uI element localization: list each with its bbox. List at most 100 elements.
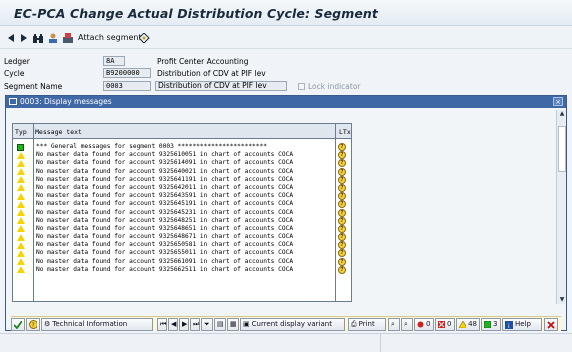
long-text-icon[interactable]: ? (338, 241, 346, 250)
binoculars-icon[interactable] (32, 31, 44, 45)
window-title: EC-PCA Change Actual Distribution Cycle:… (14, 6, 379, 21)
table-row[interactable]: No master data found for account 9325655… (13, 249, 351, 258)
find-button[interactable]: ⌕ (388, 318, 400, 331)
long-text-icon[interactable]: ? (338, 233, 346, 242)
ledger-field[interactable]: 8A (103, 56, 125, 66)
help-label: Help (515, 320, 531, 328)
segment-row: Segment Name 0003 Distribution of CDV at… (0, 81, 572, 92)
warning-icon (17, 159, 26, 167)
table-row[interactable]: No master data found for account 9325643… (13, 192, 351, 201)
column-header-typ[interactable]: Typ (15, 128, 27, 136)
long-text-icon[interactable]: ? (338, 224, 346, 233)
error-filter-button[interactable]: 0 (414, 318, 434, 331)
status-bar (0, 333, 572, 352)
last-page-button[interactable]: ⏭ (190, 318, 200, 331)
warning-icon (17, 200, 26, 208)
table-row[interactable]: No master data found for account 9325614… (13, 159, 351, 168)
forward-arrow-icon[interactable] (19, 31, 29, 45)
ledger-row: Ledger 8A Profit Center Accounting (0, 56, 572, 67)
table-row[interactable]: *** General messages for segment 0003 **… (13, 143, 351, 151)
column-header-message[interactable]: Message text (35, 128, 82, 136)
long-text-icon[interactable]: ? (338, 192, 346, 201)
table-row[interactable]: No master data found for account 9325648… (13, 224, 351, 233)
scroll-thumb[interactable] (558, 126, 566, 172)
long-text-icon[interactable]: ? (338, 208, 346, 217)
table-row[interactable]: No master data found for account 9325650… (13, 241, 351, 250)
attach-segment-button[interactable]: Attach segment (78, 33, 142, 42)
message-text: No master data found for account 9325661… (36, 257, 294, 265)
warning-icon (17, 168, 26, 176)
confirm-button[interactable] (11, 318, 25, 331)
success-filter-button[interactable]: 3 (481, 318, 501, 331)
long-text-icon[interactable]: ? (338, 265, 346, 274)
sort-button[interactable]: ▤ (214, 318, 226, 331)
long-text-icon[interactable]: ? (338, 167, 346, 176)
message-text: No master data found for account 9325645… (36, 200, 294, 208)
filter-button[interactable]: ⏷ (201, 318, 213, 331)
message-text: No master data found for account 9325642… (36, 183, 294, 191)
info-icon: i (505, 320, 513, 329)
abort-filter-button[interactable]: 0 (435, 318, 455, 331)
cycle-label: Cycle (4, 69, 25, 78)
help-info-button[interactable]: ? (26, 318, 40, 331)
cycle-field[interactable]: B9200000 (103, 68, 151, 78)
warning-filter-button[interactable]: 48 (456, 318, 480, 331)
table-row[interactable]: No master data found for account 9325648… (13, 216, 351, 225)
current-display-variant-button[interactable]: ▣ Current display variant (240, 318, 345, 331)
column-header-ltxt[interactable]: LTxt (339, 128, 351, 136)
long-text-icon[interactable]: ? (338, 216, 346, 225)
help-button[interactable]: i Help (502, 318, 542, 331)
find-next-button[interactable]: ⌕ (401, 318, 413, 331)
segment-description-field[interactable]: Distribution of CDV at PIF lev (155, 81, 287, 91)
first-page-button[interactable]: ⏮ (157, 318, 167, 331)
warning-icon (17, 258, 26, 266)
table-row[interactable]: No master data found for account 9325641… (13, 175, 351, 184)
warning-icon (17, 225, 26, 233)
table-row[interactable]: No master data found for account 9325642… (13, 183, 351, 192)
long-text-icon[interactable]: ? (338, 200, 346, 209)
scroll-down-icon[interactable]: ▼ (558, 296, 566, 304)
table-row[interactable]: No master data found for account 9325640… (13, 167, 351, 176)
vertical-scrollbar[interactable]: ▲ ▼ (556, 110, 566, 304)
success-count: 3 (493, 320, 498, 328)
long-text-icon[interactable]: ? (338, 143, 346, 151)
table-row[interactable]: No master data found for account 9325610… (13, 151, 351, 160)
segment-icon[interactable] (62, 31, 74, 45)
table-row[interactable]: No master data found for account 9325661… (13, 257, 351, 266)
prev-page-button[interactable]: ◀ (168, 318, 178, 331)
message-text: No master data found for account 9325648… (36, 216, 294, 224)
messages-grid: Typ Message text LTxt *** General messag… (12, 123, 352, 302)
grid-header: Typ Message text LTxt (13, 124, 351, 139)
layout-button[interactable]: ▦ (227, 318, 239, 331)
person-icon[interactable] (47, 31, 59, 45)
message-text: No master data found for account 9325643… (36, 192, 294, 200)
next-page-button[interactable]: ▶ (179, 318, 189, 331)
long-text-icon[interactable]: ? (338, 249, 346, 258)
error-count: 0 (426, 320, 431, 328)
binoculars-icon: ⌕ (391, 320, 395, 328)
long-text-icon[interactable]: ? (338, 175, 346, 184)
object-icon[interactable] (138, 31, 150, 45)
table-row[interactable]: No master data found for account 9325645… (13, 200, 351, 209)
technical-information-label: Technical Information (52, 320, 128, 328)
lock-checkbox[interactable] (298, 83, 305, 90)
scroll-up-icon[interactable]: ▲ (558, 110, 566, 118)
table-row[interactable]: No master data found for account 9325645… (13, 208, 351, 217)
long-text-icon[interactable]: ? (338, 183, 346, 192)
back-arrow-icon[interactable] (6, 31, 16, 45)
warning-icon (17, 217, 26, 225)
table-row[interactable]: No master data found for account 9325662… (13, 265, 351, 274)
message-text: No master data found for account 9325645… (36, 208, 294, 216)
long-text-icon[interactable]: ? (338, 151, 346, 160)
print-icon: ⎙ (351, 320, 357, 328)
long-text-icon[interactable]: ? (338, 257, 346, 266)
error-stop-icon (417, 321, 424, 328)
technical-information-button[interactable]: ⚙ Technical Information (41, 318, 153, 331)
segment-field[interactable]: 0003 (103, 81, 151, 91)
lock-indicator[interactable]: Lock indicator (298, 82, 361, 91)
print-button[interactable]: ⎙ Print (348, 318, 386, 331)
table-row[interactable]: No master data found for account 9325648… (13, 233, 351, 242)
cancel-button[interactable] (544, 318, 558, 331)
long-text-icon[interactable]: ? (338, 159, 346, 168)
close-icon[interactable]: × (553, 97, 563, 106)
